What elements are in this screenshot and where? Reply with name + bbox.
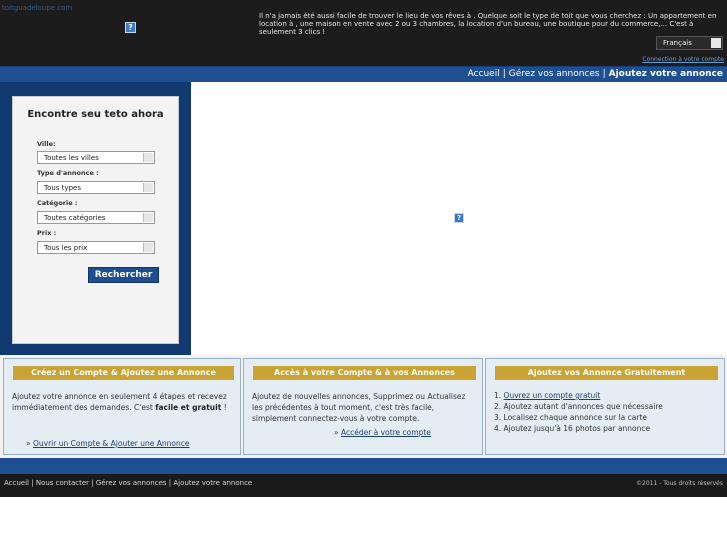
box-link-row: » Ouvrir un Compte & Ajouter une Annonce [26, 439, 189, 448]
city-label: Ville: [37, 140, 56, 148]
step-text: Ajoutez autant d'annonces que nécessaire [503, 402, 663, 411]
footer-home-link[interactable]: Accueil [4, 479, 29, 487]
nav-links: Accueil | Gérez vos annonces | Ajoutez votre… [468, 69, 723, 79]
box-title: Ajoutez vos Annonce Gratuitement [495, 366, 718, 380]
chevron-down-icon [711, 38, 721, 48]
create-account-box: Créez un Compte & Ajoutez une Annonce Aj… [3, 358, 241, 455]
access-account-link[interactable]: Accéder à votre compte [341, 428, 431, 437]
box-title: Créez un Compte & Ajoutez une Annonce [13, 366, 234, 380]
list-item: 3. Localisez chaque annonce sur la carte [494, 412, 720, 423]
tagline: Il n'a jamais été aussi facile de trouve… [259, 12, 717, 36]
type-select[interactable]: Tous types [37, 181, 155, 194]
price-select[interactable]: Tous les prix [37, 241, 155, 254]
chevron-down-icon [143, 213, 153, 222]
nav-manage-link[interactable]: Gérez vos annonces [509, 69, 600, 79]
account-access-box: Accès à votre Compte & à vos Annonces Aj… [243, 358, 483, 455]
footer: Accueil | Nous contacter | Gérez vos ann… [0, 474, 727, 497]
nav-home-link[interactable]: Accueil [468, 69, 500, 79]
list-item: 4. Ajoutez jusqu'à 16 photos par annonce [494, 423, 720, 434]
box-text: Ajoutez de nouvelles annonces, Supprimez… [252, 392, 466, 423]
language-value: Français [663, 39, 692, 47]
box-text-part: ! [223, 403, 227, 412]
nav-separator: | [502, 69, 506, 79]
footer-separator: | [91, 479, 94, 487]
price-value: Tous les prix [44, 244, 88, 252]
open-account-link[interactable]: Ouvrir un Compte & Ajouter une Annonce [33, 439, 190, 448]
chevron-down-icon [143, 243, 153, 252]
copyright: ©2011 - Tous droits réservés [636, 480, 723, 487]
city-select[interactable]: Toutes les villes [37, 151, 155, 164]
broken-image-icon: ? [454, 213, 464, 223]
free-ads-box: Ajoutez vos Annonce Gratuitement 1. Ouvr… [485, 358, 725, 455]
step-num: 2. [494, 402, 502, 411]
nav-separator: | [602, 69, 606, 79]
list-item: 2. Ajoutez autant d'annonces que nécessa… [494, 401, 720, 412]
site-link[interactable]: toitguadeloupe.com [2, 4, 72, 12]
search-button[interactable]: Rechercher [88, 267, 159, 283]
broken-image-icon: ? [125, 22, 136, 33]
city-value: Toutes les villes [44, 154, 99, 162]
category-label: Catégorie : [37, 199, 78, 207]
language-select[interactable]: Français [656, 36, 723, 50]
box-text-bold: facile et gratuit [155, 403, 222, 412]
footer-band [0, 458, 727, 474]
page-bottom [0, 497, 727, 545]
search-box: Encontre seu teto ahora Ville: Toutes le… [12, 96, 179, 344]
price-label: Prix : [37, 229, 57, 237]
box-text: Ajoutez votre annonce en seulement 4 éta… [12, 391, 238, 413]
type-label: Type d'annonce : [37, 169, 99, 177]
box-title: Accès à votre Compte & à vos Annonces [253, 366, 476, 380]
footer-manage-link[interactable]: Gérez vos annonces [96, 479, 167, 487]
nav-bar: Accueil | Gérez vos annonces | Ajoutez votre… [0, 66, 727, 82]
link-prefix: » [26, 439, 31, 448]
type-value: Tous types [44, 184, 81, 192]
step-num: 1. [494, 391, 502, 400]
step-text: Ajoutez jusqu'à 16 photos par annonce [503, 424, 651, 433]
step-num: 4. [494, 424, 502, 433]
footer-separator: | [31, 479, 34, 487]
step-text: Localisez chaque annonce sur la carte [503, 413, 648, 422]
open-free-account-link[interactable]: Ouvrez un compte gratuit [504, 391, 601, 400]
box-link-row: » Accéder à votre compte [334, 428, 431, 437]
category-select[interactable]: Toutes catégories [37, 211, 155, 224]
nav-add-link[interactable]: Ajoutez votre annonce [609, 69, 723, 79]
footer-contact-link[interactable]: Nous contacter [36, 479, 89, 487]
category-value: Toutes catégories [44, 214, 106, 222]
search-title: Encontre seu teto ahora [27, 109, 164, 120]
footer-add-link[interactable]: Ajoutez votre annonce [173, 479, 252, 487]
footer-separator: | [168, 479, 172, 487]
list-item: 1. Ouvrez un compte gratuit [494, 390, 720, 401]
steps-list: 1. Ouvrez un compte gratuit 2. Ajoutez a… [494, 390, 720, 434]
footer-links: Accueil | Nous contacter | Gérez vos ann… [4, 479, 252, 487]
top-header: toitguadeloupe.com ? Il n'a jamais été a… [0, 0, 727, 66]
chevron-down-icon [143, 153, 153, 162]
chevron-down-icon [143, 183, 153, 192]
link-prefix: » [334, 428, 339, 437]
step-num: 3. [494, 413, 502, 422]
info-boxes: Créez un Compte & Ajoutez une Annonce Aj… [0, 355, 727, 458]
login-link[interactable]: Connection à votre compte [642, 56, 724, 63]
left-panel: Encontre seu teto ahora Ville: Toutes le… [0, 82, 191, 355]
